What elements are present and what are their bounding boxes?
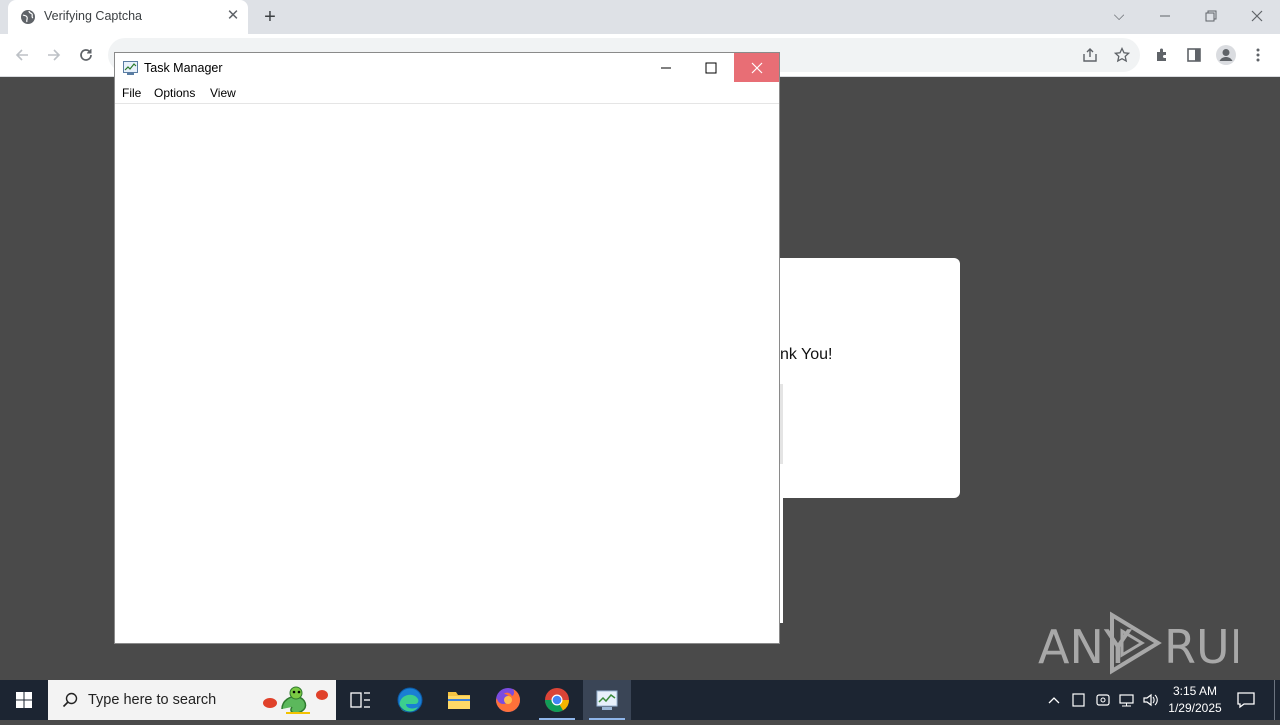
svg-text:RUN: RUN [1164, 620, 1238, 674]
tm-close-button[interactable] [734, 53, 779, 82]
tray-meet-icon[interactable] [1095, 690, 1111, 713]
menu-view[interactable]: View [210, 86, 236, 100]
edge-browser-icon[interactable] [386, 680, 434, 720]
taskbar-search-box[interactable]: Type here to search [48, 680, 336, 720]
extensions-puzzle-icon[interactable] [1150, 43, 1174, 67]
bookmark-star-icon[interactable] [1110, 43, 1134, 67]
new-tab-button[interactable]: + [258, 5, 282, 29]
anyrun-logo-icon: ANY RUN [1038, 611, 1264, 675]
task-manager-menubar: File Options View [115, 83, 779, 104]
kebab-menu-icon[interactable] [1246, 43, 1270, 67]
browser-restore-button[interactable] [1188, 0, 1234, 32]
globe-icon [21, 10, 35, 24]
back-arrow-icon[interactable] [10, 43, 34, 67]
taskbar-clock[interactable]: 3:15 AM 1/29/2025 [1166, 683, 1224, 717]
network-icon[interactable] [1118, 690, 1136, 713]
notification-center-icon[interactable] [1236, 690, 1256, 710]
show-desktop-button[interactable] [1274, 680, 1275, 720]
forward-arrow-icon[interactable] [42, 43, 66, 67]
anyrun-watermark: ANY RUN [1038, 611, 1264, 675]
captcha-message: nk You! [780, 346, 833, 363]
task-manager-titlebar[interactable]: Task Manager [115, 53, 779, 83]
tm-minimize-button[interactable] [643, 53, 688, 82]
menu-file[interactable]: File [122, 86, 141, 100]
task-manager-taskbar-icon[interactable] [583, 680, 631, 720]
task-manager-title: Task Manager [144, 61, 223, 75]
browser-tab-strip: Verifying Captcha ✕ + ⌵ [0, 0, 1280, 34]
windows-logo-icon [16, 692, 32, 708]
volume-icon[interactable] [1142, 690, 1160, 713]
browser-tab[interactable]: Verifying Captcha ✕ [8, 0, 248, 34]
captcha-card: nk You! [760, 258, 960, 498]
tray-app-icon[interactable] [1071, 690, 1087, 713]
tm-maximize-button[interactable] [688, 53, 733, 82]
file-explorer-icon[interactable] [435, 680, 483, 720]
clock-date: 1/29/2025 [1168, 701, 1222, 715]
windows-taskbar: Type here to search 3:15 AM 1/29/2025 [0, 680, 1280, 720]
chrome-icon[interactable] [533, 680, 581, 720]
page-edge-strip [780, 497, 783, 623]
search-highlight-art-icon [260, 683, 332, 717]
browser-close-button[interactable] [1234, 0, 1280, 32]
task-manager-icon [123, 61, 138, 75]
tray-overflow-chevron-icon[interactable] [1046, 690, 1062, 713]
tab-search-chevron-icon[interactable]: ⌵ [1096, 0, 1142, 32]
start-button[interactable] [0, 680, 48, 720]
firefox-icon[interactable] [484, 680, 532, 720]
menu-options[interactable]: Options [154, 86, 195, 100]
browser-minimize-button[interactable] [1142, 0, 1188, 32]
side-panel-icon[interactable] [1182, 43, 1206, 67]
task-manager-content-area [115, 104, 779, 643]
search-placeholder: Type here to search [88, 692, 217, 708]
search-icon [62, 692, 78, 708]
tab-close-icon[interactable]: ✕ [224, 7, 242, 25]
reload-icon[interactable] [74, 43, 98, 67]
task-manager-window: Task Manager File Options View [114, 52, 780, 644]
task-view-icon[interactable] [336, 680, 384, 720]
clock-time: 3:15 AM [1172, 684, 1218, 698]
tab-title: Verifying Captcha [44, 9, 142, 23]
card-divider [780, 384, 783, 464]
profile-avatar-icon[interactable] [1214, 43, 1238, 67]
share-icon[interactable] [1078, 43, 1102, 67]
